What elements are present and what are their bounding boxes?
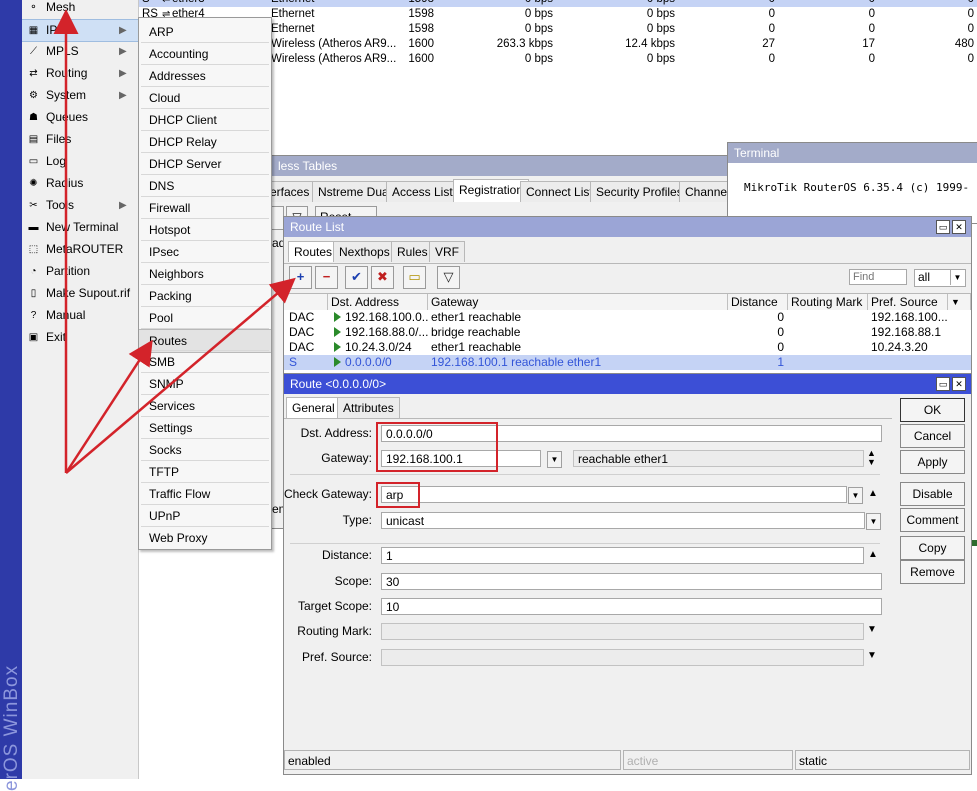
- chevron-down-icon[interactable]: ▼: [867, 650, 877, 661]
- dst-label: Dst. Address:: [300, 426, 372, 440]
- chevron-down-icon[interactable]: ▼: [848, 487, 863, 504]
- distance-field[interactable]: 1: [381, 547, 864, 564]
- gateway-label: Gateway:: [321, 451, 372, 465]
- check-gateway-label: Check Gateway:: [283, 487, 372, 501]
- collapse-icon[interactable]: ▲: [868, 488, 878, 499]
- route-form: Dst. Address: 0.0.0.0/0 Gateway: 192.168.10…: [0, 0, 977, 779]
- distance-label: Distance:: [321, 548, 372, 562]
- ok-button[interactable]: OK: [900, 398, 965, 422]
- status-active: active: [623, 750, 793, 770]
- copy-button[interactable]: Copy: [900, 536, 965, 560]
- chevron-down-icon[interactable]: ▼: [866, 513, 881, 530]
- scope-label: Scope:: [334, 574, 372, 588]
- form-divider: [290, 474, 880, 475]
- up-down-icon[interactable]: ▲ ▼: [867, 449, 876, 467]
- annotation-box-check-gateway: [376, 482, 420, 508]
- chevron-down-icon[interactable]: ▼: [867, 624, 877, 635]
- routing-mark-label: Routing Mark:: [297, 624, 372, 638]
- apply-button[interactable]: Apply: [900, 450, 965, 474]
- cancel-button[interactable]: Cancel: [900, 424, 965, 448]
- collapse-icon[interactable]: ▲: [868, 549, 878, 560]
- pref-source-field[interactable]: [381, 649, 864, 666]
- status-enabled: enabled: [284, 750, 621, 770]
- remove-button[interactable]: Remove: [900, 560, 965, 584]
- type-label: Type:: [342, 513, 372, 527]
- routing-mark-field[interactable]: [381, 623, 864, 640]
- disable-button[interactable]: Disable: [900, 482, 965, 506]
- annotation-box-address: [376, 422, 498, 472]
- check-gateway-field[interactable]: arp: [381, 486, 847, 503]
- form-divider: [290, 543, 880, 544]
- gateway-status-field: reachable ether1: [573, 450, 864, 467]
- target-scope-field[interactable]: 10: [381, 598, 882, 615]
- target-scope-label: Target Scope:: [297, 599, 372, 613]
- pref-source-label: Pref. Source:: [301, 650, 372, 664]
- chevron-down-icon[interactable]: ▼: [547, 451, 562, 468]
- type-field[interactable]: unicast: [381, 512, 865, 529]
- scope-field[interactable]: 30: [381, 573, 882, 590]
- comment-button[interactable]: Comment: [900, 508, 965, 532]
- status-kind: static: [795, 750, 970, 770]
